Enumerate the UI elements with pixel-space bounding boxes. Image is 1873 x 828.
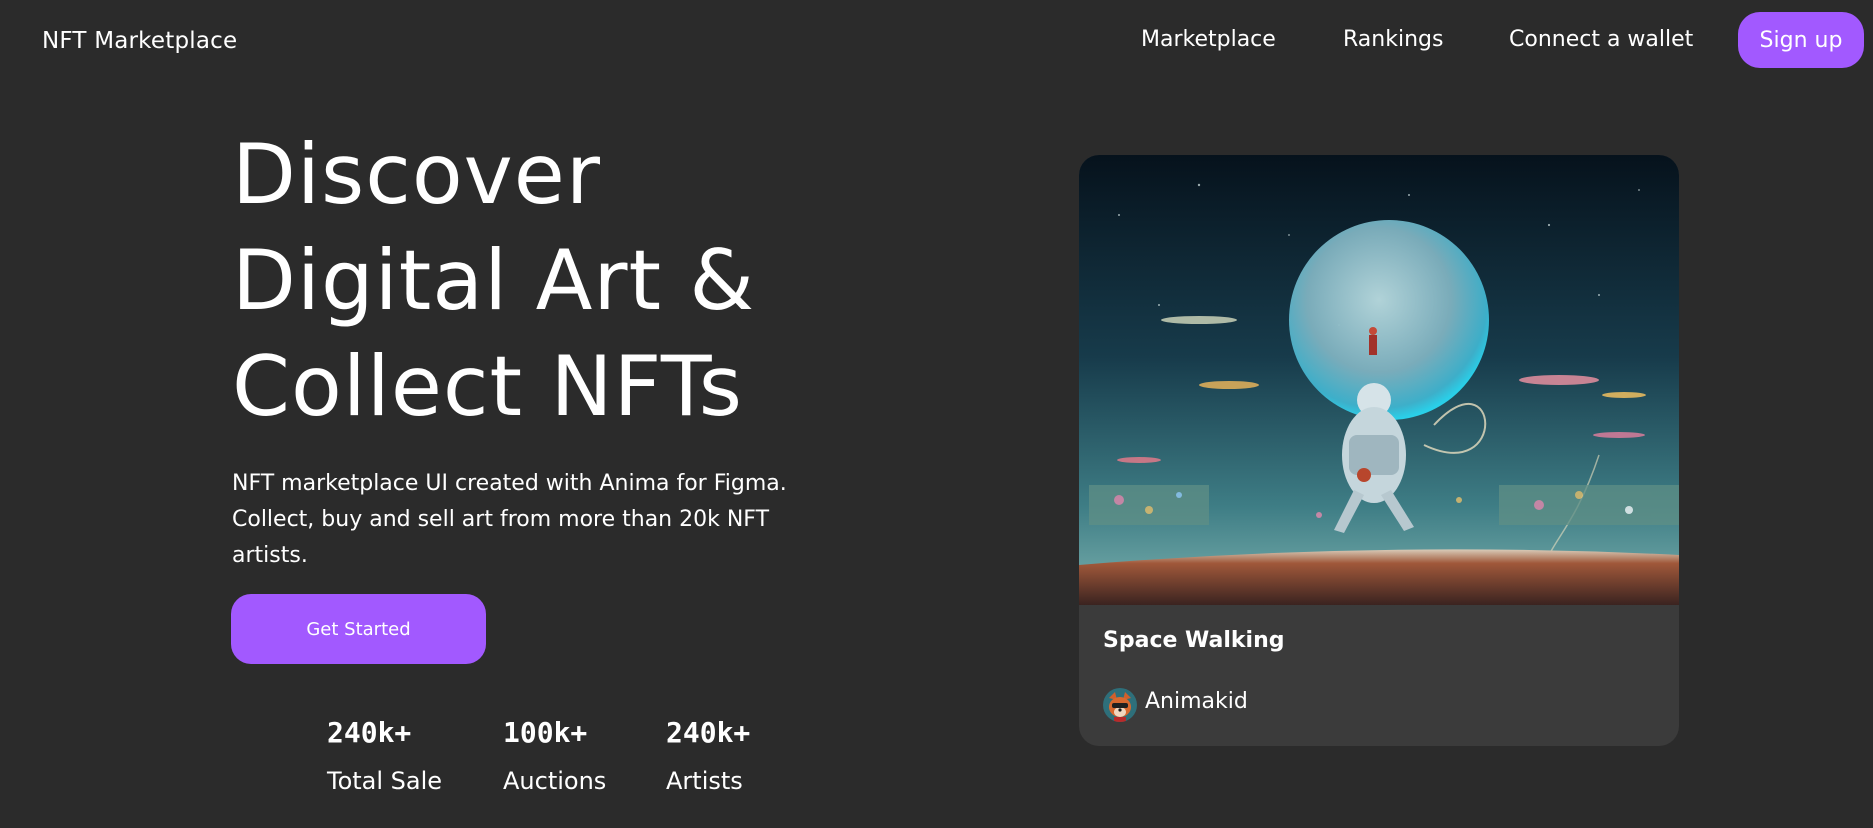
- get-started-button[interactable]: Get Started: [231, 594, 486, 664]
- artist-name[interactable]: Animakid: [1145, 689, 1248, 714]
- nav-connect-wallet[interactable]: Connect a wallet: [1509, 27, 1693, 52]
- hero-title-line: Collect NFTs: [232, 338, 744, 435]
- featured-nft-card[interactable]: Space Walking Animakid: [1079, 155, 1679, 746]
- nft-artwork-image: [1079, 155, 1679, 605]
- fox-avatar-icon: [1103, 688, 1137, 722]
- nav-rankings[interactable]: Rankings: [1343, 27, 1443, 52]
- hero-description: NFT marketplace UI created with Anima fo…: [232, 471, 787, 568]
- artist-avatar[interactable]: [1103, 688, 1137, 722]
- hero-title-line: Discover: [232, 126, 601, 223]
- hero-title-line: Digital Art &: [232, 232, 756, 329]
- brand-logo[interactable]: NFT Marketplace: [42, 28, 237, 54]
- stat-label: Artists: [666, 767, 743, 795]
- stat-total-sale: 240k+ Total Sale: [327, 716, 442, 795]
- stat-value: 100k+: [503, 716, 588, 749]
- stat-label: Total Sale: [327, 767, 443, 795]
- stat-value: 240k+: [327, 716, 412, 749]
- stat-artists: 240k+ Artists: [666, 716, 750, 795]
- stat-label: Auctions: [503, 767, 607, 795]
- stat-value: 240k+: [666, 716, 751, 749]
- stat-auctions: 100k+ Auctions: [503, 716, 606, 795]
- hero-title: Discover Digital Art & Collect NFTs: [232, 122, 755, 440]
- nft-title[interactable]: Space Walking: [1103, 628, 1285, 653]
- signup-button[interactable]: Sign up: [1738, 12, 1864, 68]
- nav-marketplace[interactable]: Marketplace: [1141, 27, 1276, 52]
